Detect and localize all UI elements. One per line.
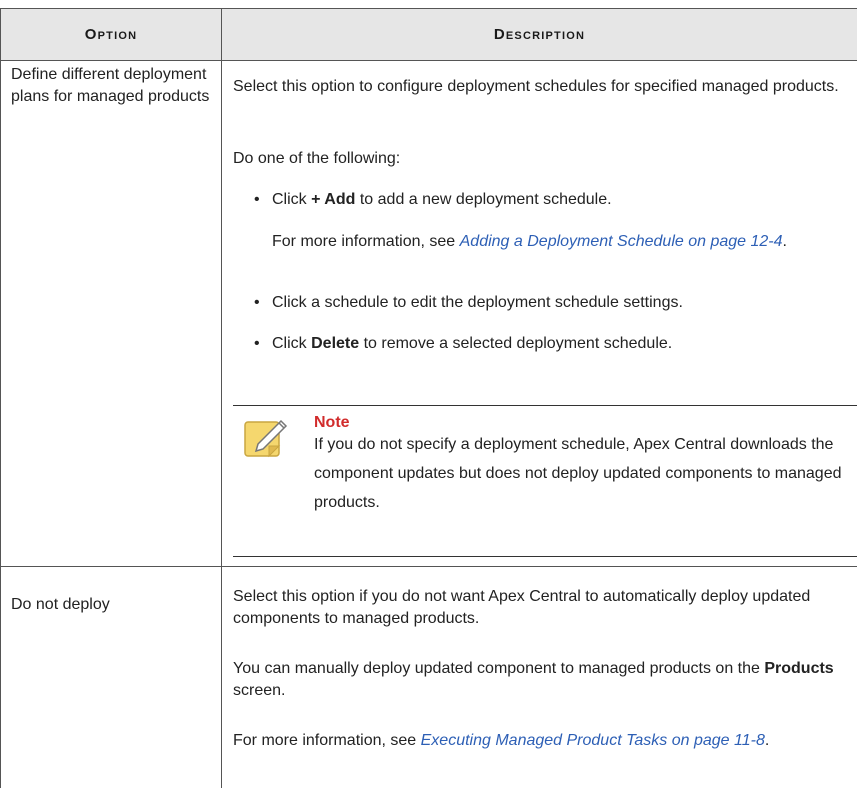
row2-intro: Select this option if you do not want Ap… bbox=[233, 588, 811, 627]
table-header: Option Description bbox=[1, 8, 857, 61]
note-bottom-rule bbox=[233, 556, 857, 557]
products-label: Products bbox=[764, 660, 834, 677]
header-option: Option bbox=[84, 26, 138, 43]
row1-option: Define different deployment plans for ma… bbox=[11, 66, 210, 105]
bullet-3: • bbox=[254, 335, 260, 352]
bullet-delete-text: Click Delete to remove a selected deploy… bbox=[272, 335, 673, 352]
delete-label: Delete bbox=[311, 335, 360, 352]
bullet-edit-text: Click a schedule to edit the deployment … bbox=[272, 294, 683, 311]
bullet-2: • bbox=[254, 294, 260, 311]
more-info-2: For more information, see Executing Mana… bbox=[233, 732, 770, 749]
note-top-rule bbox=[233, 405, 857, 406]
row-divider bbox=[1, 566, 857, 567]
bullet-add-text: Click + Add to add a new deployment sche… bbox=[272, 191, 612, 208]
note-pencil-icon bbox=[244, 419, 288, 458]
row2-option: Do not deploy bbox=[11, 596, 110, 613]
note-text: If you do not specify a deployment sched… bbox=[314, 436, 842, 511]
more-info-1: For more information, see Adding a Deplo… bbox=[272, 233, 787, 250]
row1-intro: Select this option to configure deployme… bbox=[233, 78, 839, 95]
row1-do-one: Do one of the following: bbox=[233, 150, 401, 167]
row2-manual: You can manually deploy updated componen… bbox=[233, 660, 834, 699]
column-divider bbox=[221, 8, 222, 788]
header-description: Description bbox=[493, 26, 586, 43]
add-label: + Add bbox=[311, 191, 356, 208]
bullet-1: • bbox=[254, 191, 260, 208]
link-executing-managed-product-tasks[interactable]: Executing Managed Product Tasks on page … bbox=[421, 732, 765, 749]
link-adding-deployment-schedule[interactable]: Adding a Deployment Schedule on page 12-… bbox=[460, 233, 783, 250]
